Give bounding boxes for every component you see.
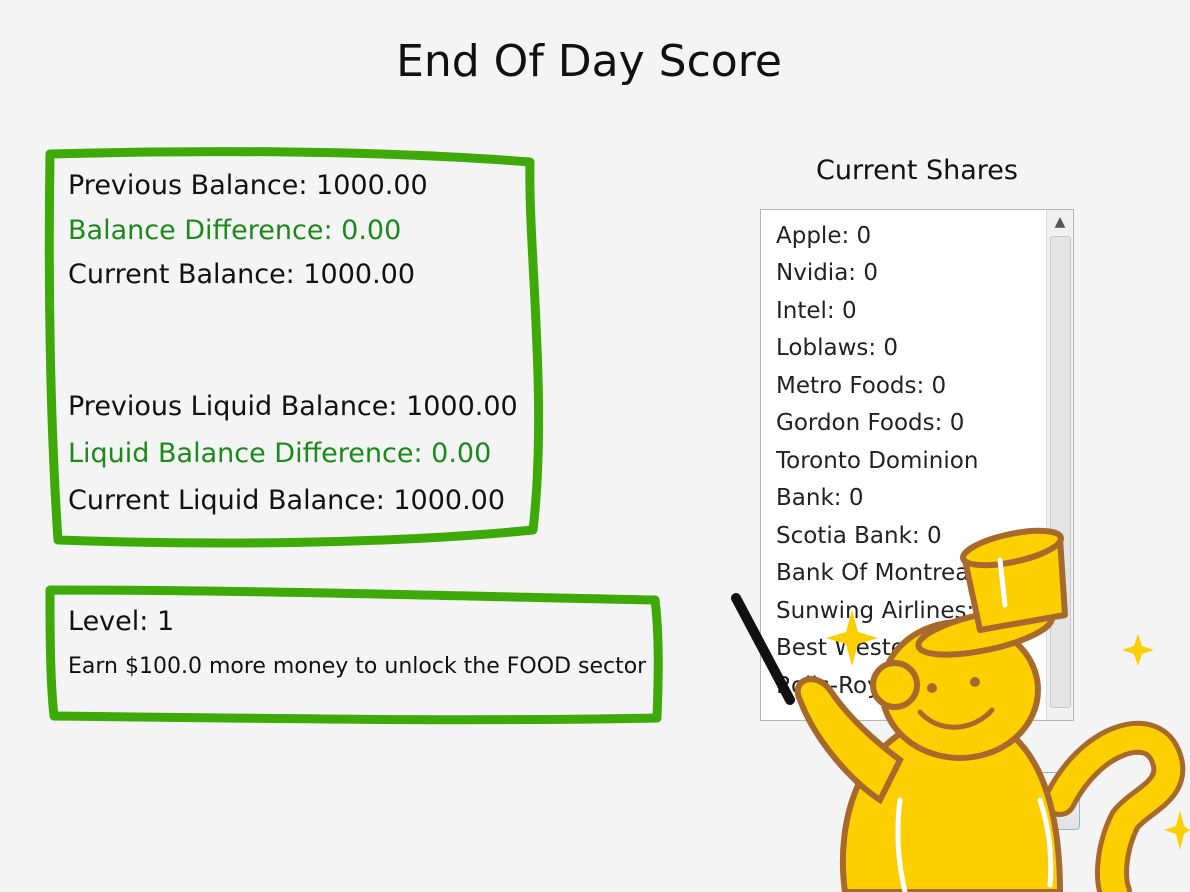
monkey-magician-icon — [731, 527, 1190, 892]
annotation-overlay — [44, 147, 1190, 892]
balance-highlight-outline — [44, 147, 544, 548]
level-highlight-outline — [45, 585, 663, 725]
